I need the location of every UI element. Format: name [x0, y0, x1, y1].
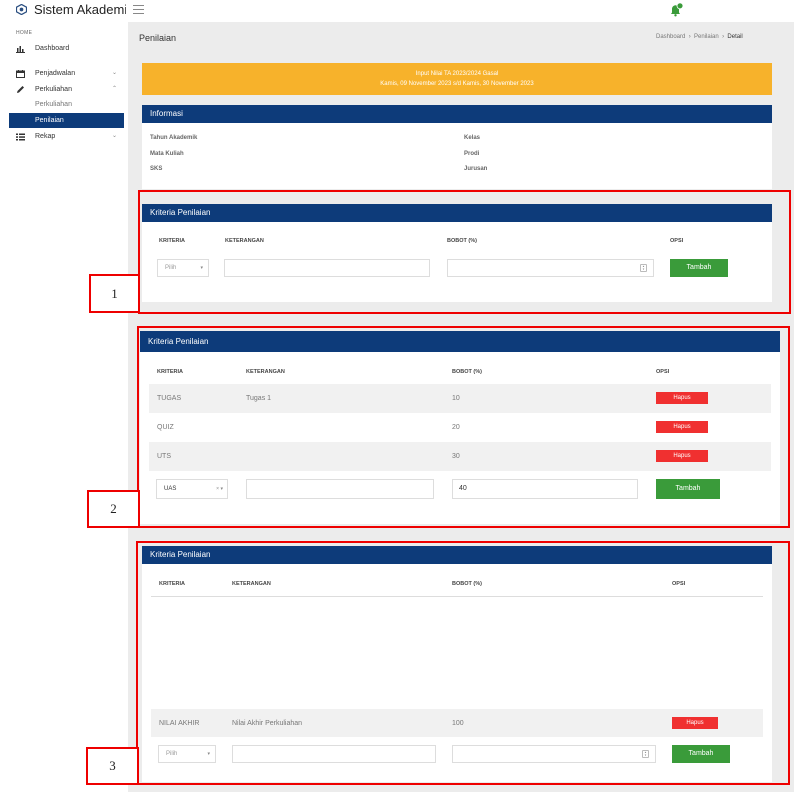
alert-title: Input Nilai TA 2023/2024 Gasal	[415, 71, 499, 77]
breadcrumb-current: Detail	[727, 34, 743, 40]
bobot-input[interactable]: ▴ ▾	[452, 745, 656, 763]
column-header-kriteria: KRITERIA	[159, 238, 185, 244]
info-card-title: Informasi	[142, 105, 772, 123]
column-header-keterangan: KETERANGAN	[246, 369, 285, 375]
alert-date-range: Kamis, 09 November 2023 s/d Kamis, 30 No…	[380, 81, 534, 87]
cell-bobot: 30	[452, 453, 460, 460]
notification-bell-icon[interactable]	[668, 2, 684, 18]
cell-bobot: 20	[452, 424, 460, 431]
sidebar-item-dashboard[interactable]: Dashboard	[0, 42, 124, 57]
annotation-label-3: 3	[86, 747, 139, 785]
breadcrumb-separator-icon: ›	[687, 34, 693, 40]
chevron-down-icon: ▾	[207, 751, 210, 757]
app-title: Sistem Akademik	[34, 2, 126, 17]
keterangan-input[interactable]	[232, 745, 436, 763]
calendar-icon	[16, 70, 25, 78]
chevron-down-icon: ▾	[200, 265, 203, 271]
sidebar-item-label: Penjadwalan	[35, 70, 76, 77]
sidebar-item-label: Dashboard	[35, 45, 70, 52]
info-card: Informasi Tahun Akademik Mata Kuliah SKS…	[142, 105, 772, 189]
column-header-bobot: BOBOT (%)	[452, 581, 482, 587]
app-logo-icon	[16, 4, 27, 15]
select-placeholder: Pilih	[166, 751, 178, 757]
sidebar-subitem-penilaian[interactable]: Penilaian	[9, 113, 124, 128]
column-header-kriteria: KRITERIA	[157, 369, 183, 375]
table-header-divider	[151, 596, 763, 597]
cell-kriteria: UTS	[157, 453, 171, 460]
breadcrumb-separator-icon: ›	[720, 34, 726, 40]
sidebar-subitem-perkuliahan[interactable]: Perkuliahan	[9, 97, 124, 112]
cell-kriteria: TUGAS	[157, 395, 182, 402]
cell-kriteria: QUIZ	[157, 424, 174, 431]
breadcrumb-item[interactable]: Dashboard	[656, 34, 685, 40]
annotation-label-1: 1	[89, 274, 140, 313]
number-spinner-icon[interactable]: ▴ ▾	[642, 750, 649, 758]
bobot-input[interactable]: 40	[452, 479, 638, 499]
tambah-button[interactable]: Tambah	[672, 745, 730, 763]
cell-bobot: 100	[452, 720, 464, 727]
sidebar-item-perkuliahan[interactable]: Perkuliahan ⌃	[0, 83, 124, 98]
select-value: UAS	[164, 486, 177, 492]
bar-chart-icon	[16, 46, 25, 53]
top-navbar: Sistem Akademik	[0, 0, 794, 22]
column-header-opsi: OPSI	[672, 581, 686, 587]
sidebar-item-label: Rekap	[35, 133, 56, 140]
info-label: Jurusan	[464, 166, 488, 172]
chevron-down-icon: ⌄	[112, 133, 118, 139]
select-placeholder: Pilih	[165, 265, 177, 271]
sidebar-section-label: HOME	[16, 30, 33, 36]
info-label: Tahun Akademik	[150, 135, 198, 141]
info-label: Mata Kuliah	[150, 151, 184, 157]
info-label: Kelas	[464, 135, 481, 141]
sidebar: HOME Dashboard Penjadwalan ⌄ Perkuliahan…	[0, 22, 128, 792]
kriteria-select[interactable]: UAS × ▾	[156, 479, 228, 499]
column-header-kriteria: KRITERIA	[159, 581, 185, 587]
column-header-opsi: OPSI	[670, 238, 684, 244]
cell-kriteria: NILAI AKHIR	[159, 720, 200, 727]
list-icon	[16, 133, 25, 141]
kriteria-card-title: Kriteria Penilaian	[142, 546, 772, 564]
pencil-icon	[17, 86, 24, 93]
column-header-opsi: OPSI	[656, 369, 670, 375]
column-header-keterangan: KETERANGAN	[232, 581, 271, 587]
breadcrumb: Dashboard › Penilaian › Detail	[656, 34, 743, 40]
annotation-label-2: 2	[87, 490, 140, 528]
kriteria-card-title: Kriteria Penilaian	[142, 204, 772, 222]
input-period-alert: Input Nilai TA 2023/2024 Gasal Kamis, 09…	[142, 63, 772, 95]
kriteria-card-title: Kriteria Penilaian	[140, 331, 780, 352]
info-label: SKS	[150, 166, 163, 172]
keterangan-input[interactable]	[246, 479, 434, 499]
tambah-button[interactable]: Tambah	[670, 259, 728, 277]
page-title: Penilaian	[139, 33, 177, 43]
kriteria-card-1: Kriteria Penilaian KRITERIA KETERANGAN B…	[142, 204, 772, 302]
chevron-down-icon: ⌄	[112, 70, 118, 76]
kriteria-select[interactable]: Pilih ▾	[157, 259, 209, 277]
bobot-input[interactable]: ▴ ▾	[447, 259, 654, 277]
kriteria-card-2: Kriteria Penilaian KRITERIA KETERANGAN B…	[140, 331, 780, 524]
tambah-button[interactable]: Tambah	[656, 479, 720, 499]
hapus-button[interactable]: Hapus	[656, 450, 708, 462]
column-header-keterangan: KETERANGAN	[225, 238, 264, 244]
kriteria-card-3: Kriteria Penilaian KRITERIA KETERANGAN B…	[142, 546, 772, 782]
cell-keterangan: Nilai Akhir Perkuliahan	[232, 720, 303, 727]
kriteria-select[interactable]: Pilih ▾	[158, 745, 216, 763]
keterangan-input[interactable]	[224, 259, 430, 277]
hapus-button[interactable]: Hapus	[656, 421, 708, 433]
info-label: Prodi	[464, 151, 480, 157]
number-spinner-icon[interactable]: ▴ ▾	[640, 264, 647, 272]
cell-bobot: 10	[452, 395, 460, 402]
sidebar-item-rekap[interactable]: Rekap ⌄	[0, 130, 124, 145]
sidebar-item-label: Perkuliahan	[35, 86, 72, 93]
cell-keterangan: Tugas 1	[246, 395, 272, 402]
hapus-button[interactable]: Hapus	[672, 717, 718, 729]
breadcrumb-item[interactable]: Penilaian	[694, 34, 719, 40]
sidebar-item-penjadwalan[interactable]: Penjadwalan ⌄	[0, 67, 124, 82]
chevron-up-icon: ⌃	[112, 86, 118, 92]
clear-and-chevron-icon[interactable]: × ▾	[216, 480, 223, 498]
menu-toggle-icon[interactable]	[133, 5, 144, 14]
hapus-button[interactable]: Hapus	[656, 392, 708, 404]
column-header-bobot: BOBOT (%)	[447, 238, 477, 244]
column-header-bobot: BOBOT (%)	[452, 369, 482, 375]
